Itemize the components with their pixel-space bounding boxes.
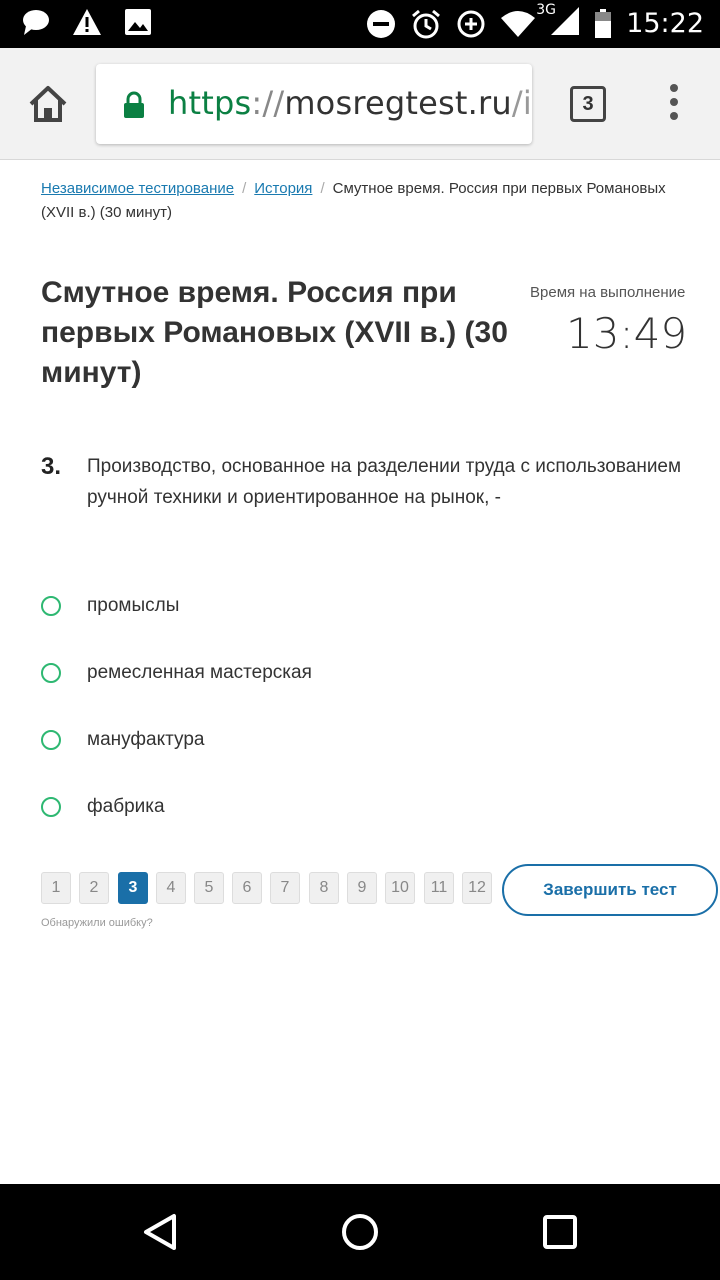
answer-label: ремесленная мастерская bbox=[87, 662, 312, 683]
battery-icon bbox=[595, 8, 612, 38]
lock-icon bbox=[124, 91, 144, 118]
answer-option[interactable]: мануфактура bbox=[41, 725, 204, 755]
page-button-8[interactable]: 8 bbox=[309, 872, 339, 904]
radio-button[interactable] bbox=[41, 663, 61, 683]
page-button-11[interactable]: 11 bbox=[424, 872, 454, 904]
page-button-2[interactable]: 2 bbox=[79, 872, 109, 904]
wifi-icon bbox=[501, 10, 536, 37]
page-button-4[interactable]: 4 bbox=[156, 872, 186, 904]
chat-icon bbox=[23, 10, 49, 35]
alarm-icon bbox=[412, 9, 441, 38]
answer-option[interactable]: промыслы bbox=[41, 591, 179, 621]
page-title: Смутное время. Россия при первых Романов… bbox=[41, 276, 508, 389]
question-text: Производство, основанное на разделении т… bbox=[87, 456, 682, 508]
network-type: 3G bbox=[536, 2, 556, 18]
navigation-bar bbox=[0, 1184, 720, 1280]
page-button-10[interactable]: 10 bbox=[385, 872, 415, 904]
answer-label: промыслы bbox=[87, 595, 180, 616]
warning-icon bbox=[73, 9, 101, 35]
image-icon bbox=[125, 9, 151, 35]
more-menu-icon[interactable] bbox=[666, 84, 682, 124]
radio-button[interactable] bbox=[41, 596, 61, 616]
timer-value: 13:49 bbox=[566, 309, 688, 358]
finish-test-button[interactable]: Завершить тест bbox=[502, 864, 718, 916]
radio-button[interactable] bbox=[41, 730, 61, 750]
home-icon[interactable] bbox=[26, 82, 70, 126]
page-content: Независимое тестирование / История / Смутное… bbox=[0, 161, 720, 1184]
page-button-6[interactable]: 6 bbox=[232, 872, 262, 904]
answer-option[interactable]: ремесленная мастерская bbox=[41, 658, 312, 688]
answer-label: фабрика bbox=[87, 796, 165, 817]
breadcrumb: Независимое тестирование / История / Смутное… bbox=[41, 180, 666, 221]
tab-switcher-button[interactable]: 3 bbox=[570, 86, 606, 122]
page-button-7[interactable]: 7 bbox=[270, 872, 300, 904]
timer-label: Время на выполнение bbox=[530, 284, 686, 301]
page-button-5[interactable]: 5 bbox=[194, 872, 224, 904]
page-button-1[interactable]: 1 bbox=[41, 872, 71, 904]
do-not-disturb-icon bbox=[367, 9, 396, 38]
answer-label: мануфактура bbox=[87, 729, 205, 750]
status-bar: 3G 15:22 bbox=[0, 0, 720, 48]
back-icon[interactable] bbox=[140, 1212, 180, 1252]
recent-apps-icon[interactable] bbox=[542, 1214, 578, 1250]
page-button-9[interactable]: 9 bbox=[347, 872, 377, 904]
url-text: https://mosregtest.ru/inde bbox=[168, 84, 532, 122]
question-number: 3. bbox=[41, 453, 62, 480]
home-nav-icon[interactable] bbox=[340, 1212, 380, 1252]
breadcrumb-link-testing[interactable]: Независимое тестирование bbox=[41, 180, 234, 197]
breadcrumb-link-history[interactable]: История bbox=[254, 180, 312, 197]
address-bar[interactable]: https://mosregtest.ru/inde bbox=[96, 64, 532, 144]
report-error-link[interactable]: Обнаружили ошибку? bbox=[41, 917, 153, 929]
page-button-3[interactable]: 3 bbox=[118, 872, 148, 904]
clock: 15:22 bbox=[626, 8, 704, 39]
page-button-12[interactable]: 12 bbox=[462, 872, 492, 904]
radio-button[interactable] bbox=[41, 797, 61, 817]
data-saver-icon bbox=[457, 10, 485, 37]
answer-option[interactable]: фабрика bbox=[41, 792, 165, 822]
browser-toolbar: https://mosregtest.ru/inde 3 bbox=[0, 48, 720, 160]
